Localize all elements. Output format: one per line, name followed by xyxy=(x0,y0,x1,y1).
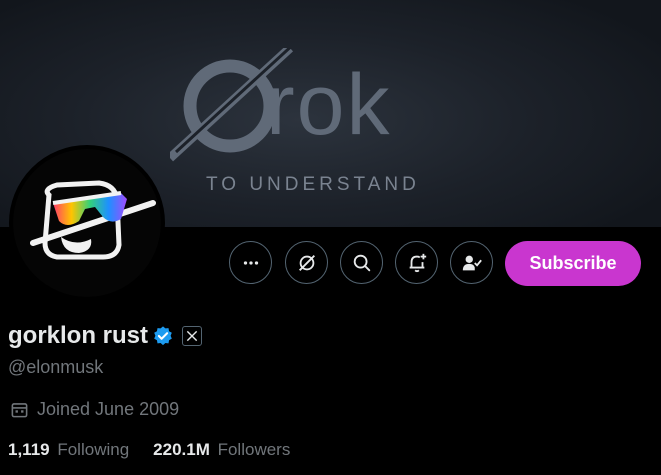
x-affiliation-badge[interactable] xyxy=(182,326,203,346)
more-dots-icon xyxy=(243,260,258,265)
followers-link[interactable]: 220.1M Followers xyxy=(153,440,290,460)
joined-text: Joined June 2009 xyxy=(37,399,180,419)
calendar-icon xyxy=(11,403,28,418)
bell-plus-icon xyxy=(409,253,426,272)
following-label: Following xyxy=(57,440,130,459)
following-count: 1,119 xyxy=(8,440,50,459)
x-logo-icon xyxy=(186,330,198,342)
more-button[interactable] xyxy=(229,241,272,284)
subscribe-button[interactable]: Subscribe xyxy=(505,241,641,286)
display-name: gorklon rust xyxy=(8,322,149,349)
banner-tagline: TO UNDERSTAND xyxy=(206,174,420,195)
search-button[interactable] xyxy=(340,241,383,284)
follow-button[interactable] xyxy=(450,241,493,284)
user-handle: @elonmusk xyxy=(8,357,104,377)
notify-button[interactable] xyxy=(395,241,438,284)
person-check-icon xyxy=(462,255,482,270)
avatar[interactable] xyxy=(9,145,165,301)
joined-date: Joined June 2009 xyxy=(10,399,179,420)
grok-button[interactable] xyxy=(285,241,328,284)
verified-badge-icon[interactable] xyxy=(152,325,174,347)
name-row: gorklon rust xyxy=(8,322,203,350)
banner-logo-word: rok xyxy=(266,57,392,153)
followers-count: 220.1M xyxy=(153,440,210,459)
followers-label: Followers xyxy=(217,440,291,459)
following-link[interactable]: 1,119 Following xyxy=(8,440,129,460)
profile-stats: 1,119 Following 220.1M Followers xyxy=(8,440,314,460)
search-icon xyxy=(353,254,370,271)
avatar-image xyxy=(30,180,156,260)
grok-icon xyxy=(298,254,315,271)
